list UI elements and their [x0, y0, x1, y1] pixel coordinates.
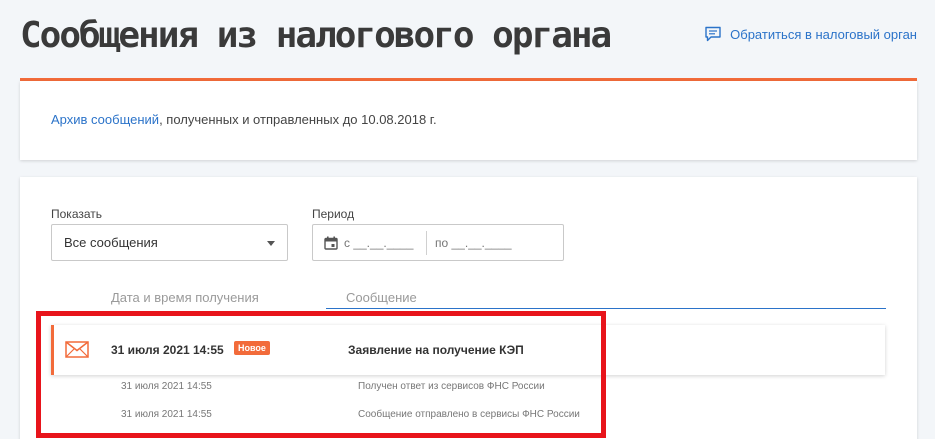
- message-subject: Заявление на получение КЭП: [348, 343, 524, 357]
- period-divider: [426, 230, 427, 255]
- chat-icon: [705, 26, 721, 42]
- period-picker: [312, 224, 564, 261]
- page-title: Сообщения из налогового органа: [20, 15, 612, 56]
- envelope-icon: [65, 341, 89, 358]
- archive-description: , полученных и отправленных до 10.08.201…: [159, 112, 437, 127]
- column-header-message: Сообщение: [346, 290, 417, 305]
- column-header-underline: [326, 308, 886, 309]
- period-to-input[interactable]: [435, 235, 515, 250]
- contact-tax-office-link[interactable]: Обратиться в налоговый орган: [704, 26, 917, 42]
- event-date: 31 июля 2021 14:55: [121, 409, 212, 420]
- show-select-value: Все сообщения: [64, 235, 158, 250]
- new-badge: Новое: [234, 341, 270, 355]
- column-header-date: Дата и время получения: [111, 290, 259, 305]
- contact-link-label: Обратиться в налоговый орган: [730, 26, 917, 42]
- show-select[interactable]: Все сообщения: [51, 224, 288, 261]
- period-label: Период: [312, 207, 355, 221]
- archive-text: Архив сообщений, полученных и отправленн…: [51, 112, 437, 127]
- calendar-icon[interactable]: [324, 236, 338, 250]
- message-row[interactable]: 31 июля 2021 14:55 Новое Заявление на по…: [51, 325, 885, 375]
- show-label: Показать: [51, 207, 103, 221]
- message-date: 31 июля 2021 14:55: [111, 343, 224, 357]
- messages-card: Показать Все сообщения Период Дата и вре…: [20, 177, 917, 439]
- event-date: 31 июля 2021 14:55: [121, 381, 212, 392]
- archive-link[interactable]: Архив сообщений: [51, 112, 159, 127]
- caret-down-icon: [267, 241, 275, 246]
- event-text: Сообщение отправлено в сервисы ФНС Росси…: [358, 409, 580, 420]
- archive-card: Архив сообщений, полученных и отправленн…: [20, 81, 917, 160]
- event-text: Получен ответ из сервисов ФНС России: [358, 381, 545, 392]
- period-from-input[interactable]: [344, 235, 424, 250]
